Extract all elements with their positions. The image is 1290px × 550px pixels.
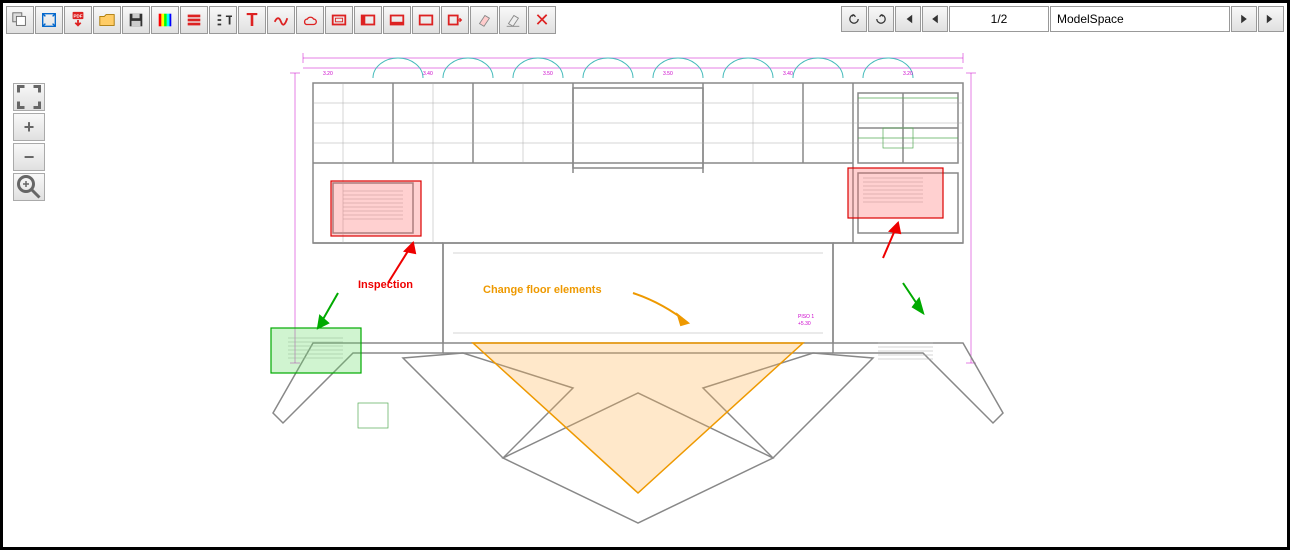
main-toolbar: PDF T T ✕	[6, 6, 556, 34]
drawing-canvas[interactable]: Inspection Change floor elements 3.20 3.4…	[3, 3, 1287, 547]
text-button[interactable]: T	[238, 6, 266, 34]
svg-text:PISO 1: PISO 1	[798, 314, 814, 320]
zoom-in-button[interactable]: +	[13, 113, 45, 141]
svg-text:3.50: 3.50	[663, 71, 673, 77]
colors-button[interactable]	[151, 6, 179, 34]
orange-markup[interactable]	[473, 343, 803, 493]
svg-text:3.20: 3.20	[323, 71, 333, 77]
open-button[interactable]	[93, 6, 121, 34]
red-markup-1[interactable]	[331, 181, 421, 236]
fit-button[interactable]	[35, 6, 63, 34]
svg-text:PDF: PDF	[74, 13, 83, 18]
cad-viewer: PDF T T ✕ + − Inspection Change floor el…	[0, 0, 1290, 550]
cloud-button[interactable]	[296, 6, 324, 34]
prev-page-button[interactable]	[922, 6, 948, 32]
svg-text:T: T	[226, 14, 232, 28]
modelspace-select[interactable]	[1050, 6, 1230, 32]
rect-arrow-button[interactable]	[441, 6, 469, 34]
first-page-button[interactable]	[895, 6, 921, 32]
inspection-label: Inspection	[358, 279, 413, 291]
erase2-button[interactable]	[499, 6, 527, 34]
zoom-panel: + −	[13, 83, 45, 201]
zoom-tool-button[interactable]	[13, 173, 45, 201]
pdf-export-button[interactable]: PDF	[64, 6, 92, 34]
red-markup-2[interactable]	[848, 168, 943, 218]
svg-text:3.40: 3.40	[423, 71, 433, 77]
rect1-button[interactable]	[325, 6, 353, 34]
last-page-button[interactable]	[1258, 6, 1284, 32]
text-align-button[interactable]: T	[209, 6, 237, 34]
next-page-button[interactable]	[1231, 6, 1257, 32]
svg-text:3.50: 3.50	[543, 71, 553, 77]
rotate-ccw-button[interactable]	[841, 6, 867, 32]
fullscreen-button[interactable]	[13, 83, 45, 111]
rotate-cw-button[interactable]	[868, 6, 894, 32]
zoom-out-button[interactable]: −	[13, 143, 45, 171]
change-label: Change floor elements	[483, 284, 602, 296]
svg-text:+5.30: +5.30	[798, 321, 811, 327]
save-button[interactable]	[122, 6, 150, 34]
layers-button[interactable]	[6, 6, 34, 34]
delete-button[interactable]: ✕	[528, 6, 556, 34]
erase-button[interactable]	[470, 6, 498, 34]
rect-outline-button[interactable]	[412, 6, 440, 34]
nav-bar	[841, 6, 1284, 32]
green-markup-1[interactable]	[271, 328, 361, 373]
svg-text:3.40: 3.40	[783, 71, 793, 77]
page-input[interactable]	[949, 6, 1049, 32]
rect-bottom-button[interactable]	[383, 6, 411, 34]
rect-left-button[interactable]	[354, 6, 382, 34]
freehand-button[interactable]	[267, 6, 295, 34]
svg-text:3.20: 3.20	[903, 71, 913, 77]
floorplan-svg: Inspection Change floor elements 3.20 3.4…	[243, 43, 1043, 543]
list-button[interactable]	[180, 6, 208, 34]
